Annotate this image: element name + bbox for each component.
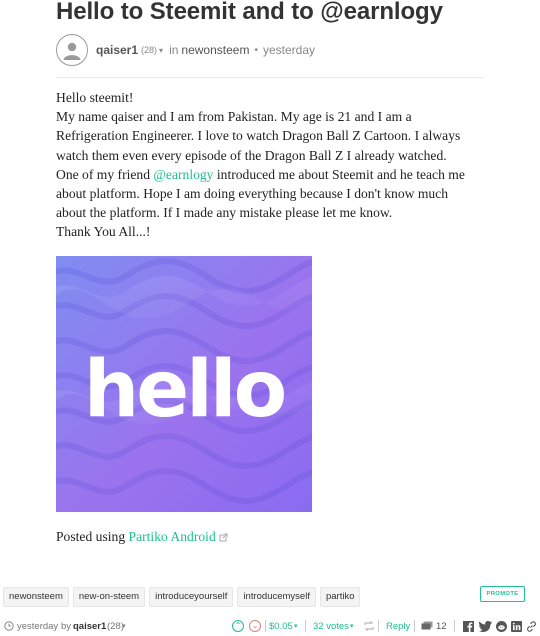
- user-avatar-icon[interactable]: [56, 34, 88, 66]
- comments-icon[interactable]: [421, 617, 433, 635]
- in-label: in: [169, 43, 179, 57]
- body-line: about platform. Hope I am doing everythi…: [56, 186, 449, 202]
- post-image[interactable]: hello: [56, 256, 312, 512]
- body-line: about the platform. If I made any mistak…: [56, 205, 393, 221]
- link-icon[interactable]: [526, 617, 537, 635]
- promote-button[interactable]: PROMOTE: [480, 586, 525, 602]
- author-meta: qaiser1 (28) ▾ in newonsteem • yesterday: [96, 43, 315, 57]
- footer-time[interactable]: yesterday: [17, 617, 58, 635]
- tag[interactable]: introducemyself: [237, 587, 316, 607]
- footer-by-label: by: [61, 620, 72, 632]
- chevron-down-icon[interactable]: ▾: [294, 617, 298, 635]
- hello-wordmark: hello: [84, 345, 285, 435]
- tag[interactable]: partiko: [319, 587, 361, 607]
- twitter-icon[interactable]: [479, 617, 492, 635]
- mention-link[interactable]: @earnlogy: [153, 167, 213, 182]
- chevron-down-icon[interactable]: ▾: [159, 46, 163, 55]
- tag[interactable]: introduceyourself: [149, 587, 234, 607]
- partiko-link[interactable]: Partiko Android: [129, 529, 216, 544]
- post-body: Hello steemit! My name qaiser and I am f…: [56, 88, 486, 242]
- upvote-icon[interactable]: ⌃: [232, 617, 244, 635]
- post-footer: yesterday by qaiser1 (28) ▾ ⌃ ⌄ $0.05 ▾ …: [0, 617, 540, 635]
- downvote-icon[interactable]: ⌄: [249, 617, 261, 635]
- tag-list: newonsteem new-on-steem introduceyoursel…: [3, 587, 361, 607]
- comments-count[interactable]: 12: [436, 617, 447, 635]
- linkedin-icon[interactable]: [511, 617, 522, 635]
- post-title: Hello to Steemit and to @earnlogy: [56, 0, 443, 25]
- external-link-icon: [219, 530, 228, 546]
- author-link[interactable]: qaiser1: [96, 43, 138, 57]
- posted-using-label: Posted using: [56, 529, 129, 544]
- body-line: Refrigeration Engineerer. I love to watc…: [56, 128, 461, 144]
- posted-using: Posted using Partiko Android: [56, 529, 228, 546]
- author-reputation: (28): [141, 45, 158, 55]
- tag[interactable]: newonsteem: [3, 587, 69, 607]
- body-line: My name qaiser and I am from Pakistan. M…: [56, 109, 412, 125]
- body-text-fragment: introduced me about Steemit and he teach…: [213, 166, 465, 182]
- sep: [265, 617, 266, 635]
- resteem-icon[interactable]: [363, 617, 375, 635]
- community-link[interactable]: newonsteem: [181, 43, 249, 57]
- chevron-down-icon[interactable]: ▾: [350, 617, 354, 635]
- post-time[interactable]: yesterday: [263, 43, 315, 57]
- clock-icon: [4, 617, 14, 635]
- body-text-fragment: One of my friend: [56, 166, 154, 182]
- separator-dot: •: [254, 44, 258, 56]
- author-row: qaiser1 (28) ▾ in newonsteem • yesterday: [56, 34, 315, 66]
- sep: [305, 617, 306, 635]
- body-line: Thank You All...!: [56, 224, 151, 240]
- votes-count[interactable]: 32 votes: [313, 617, 349, 635]
- body-line: watch them even every episode of the Dra…: [56, 147, 447, 163]
- tag[interactable]: new-on-steem: [72, 587, 146, 607]
- sep: [454, 617, 455, 635]
- divider: [56, 77, 484, 78]
- sep: [378, 617, 379, 635]
- chevron-down-icon[interactable]: ▾: [122, 617, 126, 635]
- facebook-icon[interactable]: [463, 617, 474, 635]
- payout-value[interactable]: $0.05: [269, 617, 293, 635]
- body-line: Hello steemit!: [56, 90, 134, 105]
- footer-author-link[interactable]: qaiser1: [73, 617, 106, 635]
- reply-link[interactable]: Reply: [386, 617, 410, 635]
- sep: [414, 617, 415, 635]
- reddit-icon[interactable]: [496, 617, 507, 635]
- body-line: One of my friend @earnlogy introduced me…: [56, 165, 486, 184]
